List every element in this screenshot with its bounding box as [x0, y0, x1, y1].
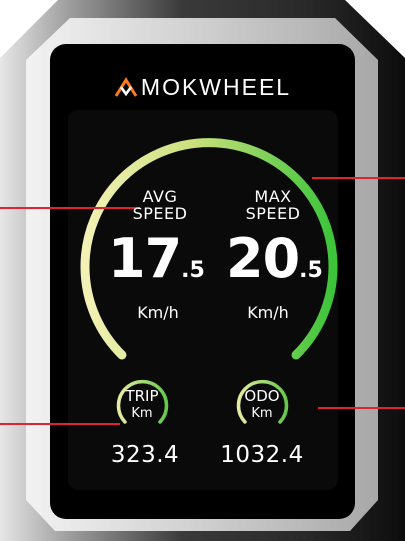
trip-value: 323.4 [110, 442, 180, 468]
brand-mark-icon [114, 77, 138, 97]
max-speed-dec: .5 [299, 258, 323, 283]
max-speed-value: 20.5 [226, 232, 331, 286]
avg-speed-value: 17.5 [108, 232, 213, 286]
bike-display-device: MOKWHEEL AVG SPEED 17.5 Km/h MAX SPEED 2… [0, 0, 405, 541]
max-speed-unit: Km/h [247, 303, 289, 322]
avg-speed-dec: .5 [181, 258, 205, 283]
brand-logo: MOKWHEEL [95, 72, 310, 102]
brand-name: MOKWHEEL [140, 73, 292, 100]
trip-unit: Km [131, 406, 153, 421]
trip-title: TRIP [125, 387, 159, 405]
odo-value: 1032.4 [220, 442, 304, 468]
max-speed-title: MAX SPEED [245, 187, 301, 223]
avg-speed-unit: Km/h [137, 303, 179, 322]
odo-unit: Km [251, 406, 273, 421]
avg-speed-title: AVG SPEED [132, 187, 188, 223]
odo-title: ODO [244, 387, 280, 405]
max-speed-int: 20 [226, 227, 300, 290]
avg-speed-int: 17 [108, 227, 182, 290]
screen-panel [68, 110, 338, 490]
